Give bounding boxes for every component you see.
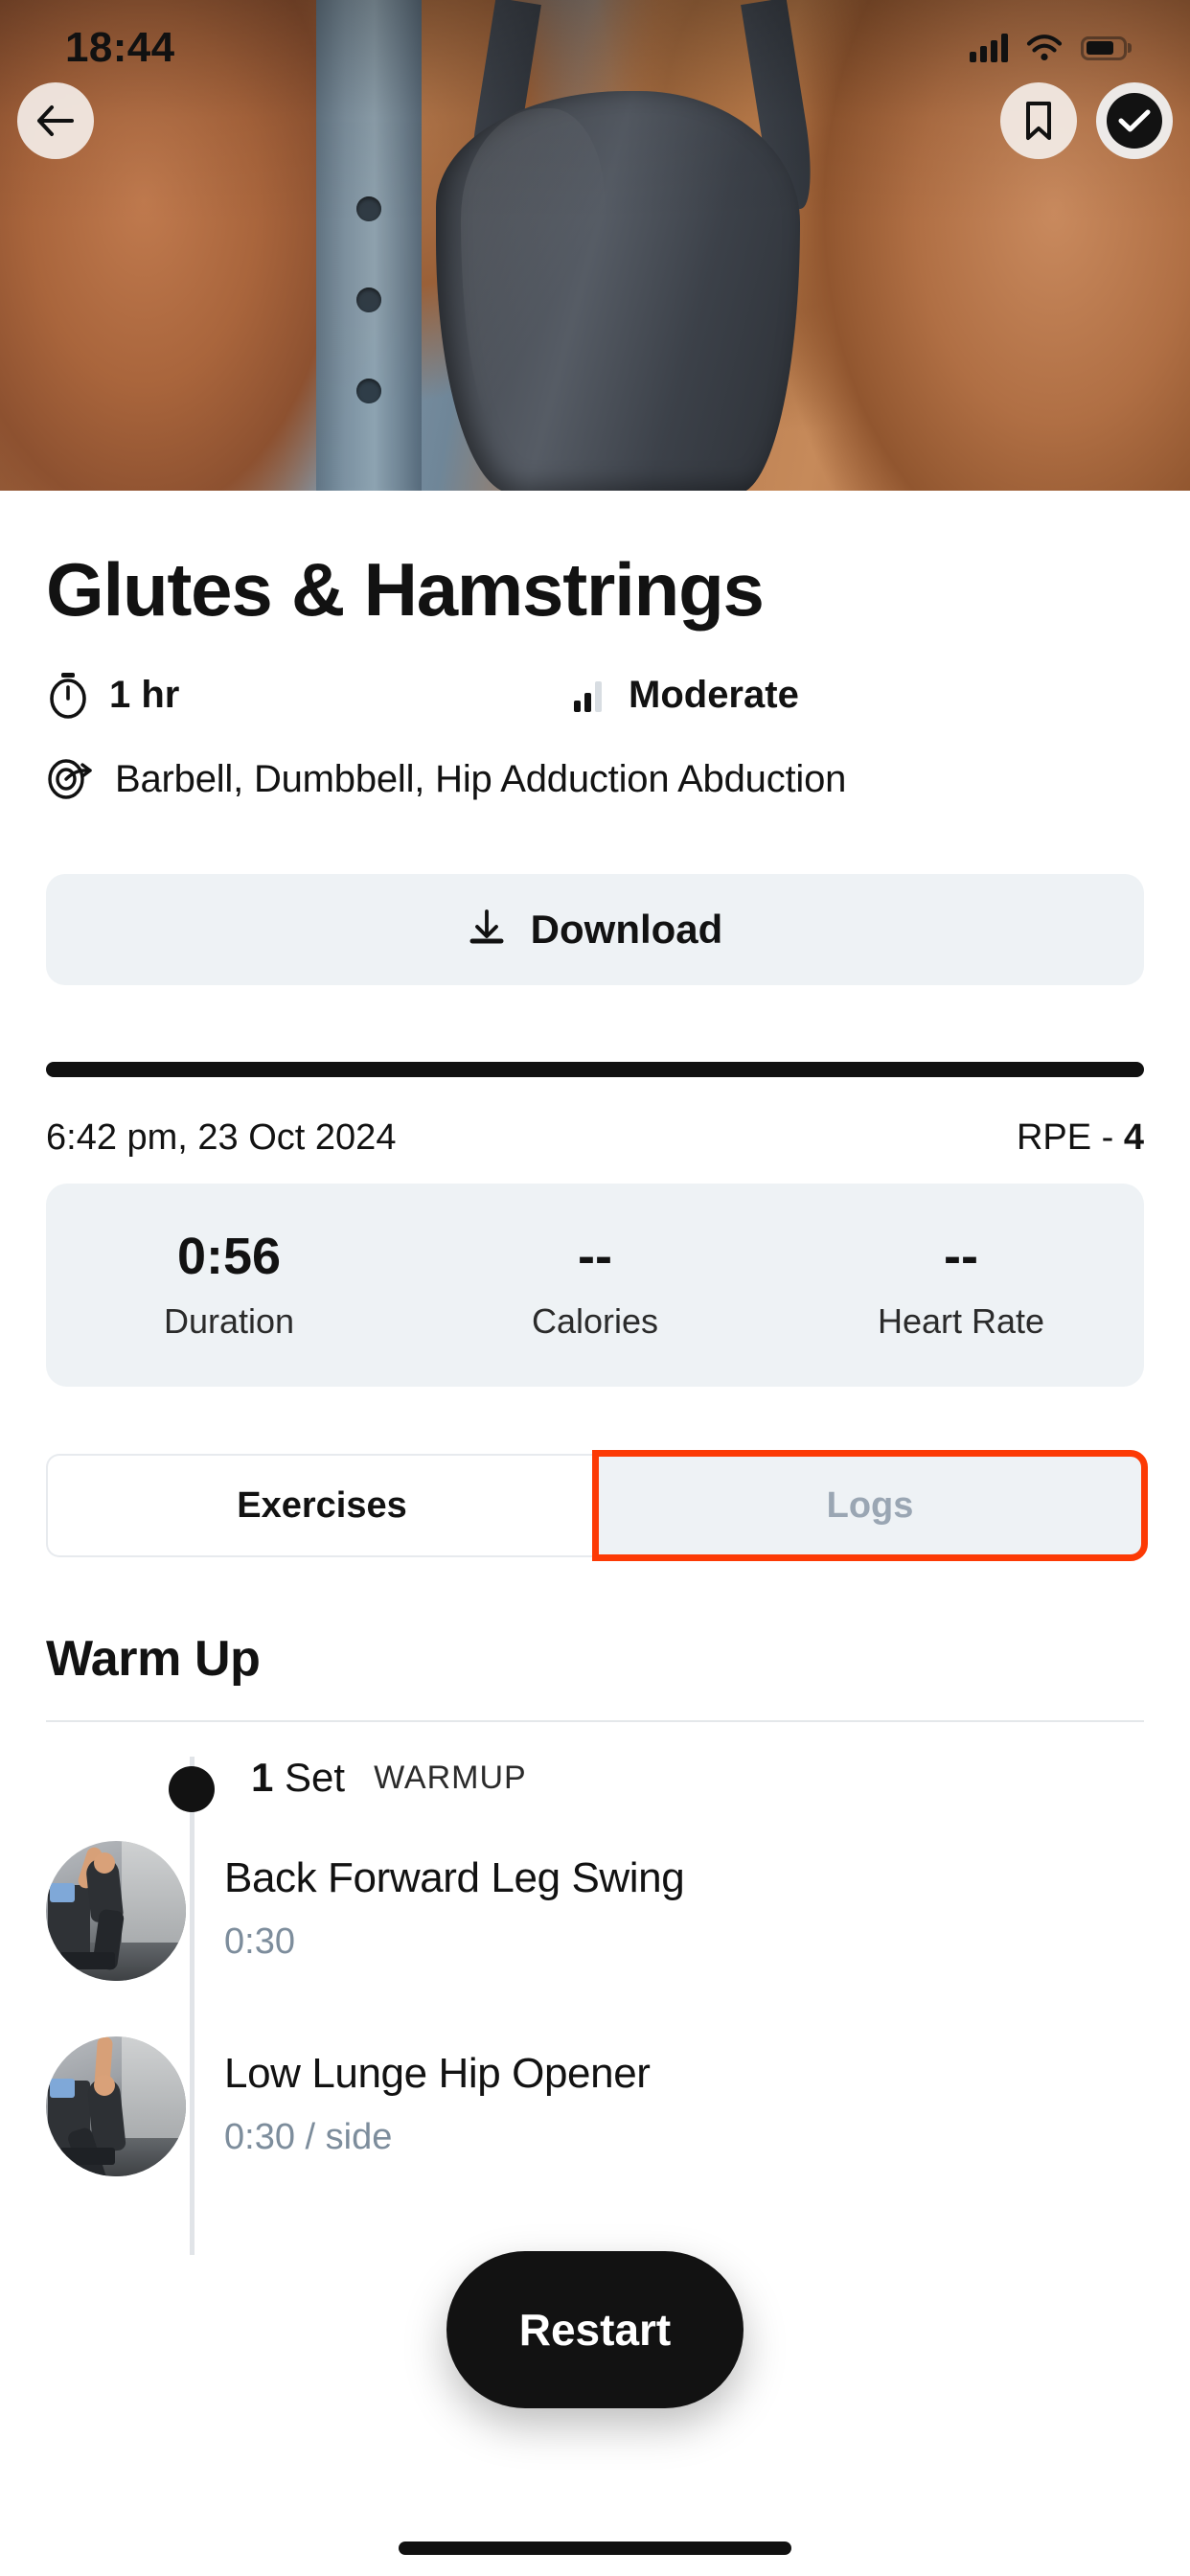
exercise-detail: 0:30 (224, 1921, 295, 1962)
home-indicator (399, 2542, 791, 2555)
stat-value: -- (578, 1228, 612, 1286)
exercise-detail: 0:30 / side (224, 2117, 393, 2157)
duration-meta: 1 hr (46, 671, 571, 719)
back-arrow-icon (37, 105, 74, 136)
stat-duration: 0:56 Duration (46, 1228, 412, 1341)
wifi-icon (1026, 34, 1063, 60)
exercise-name: Back Forward Leg Swing (224, 1854, 685, 1901)
hero-header-actions (0, 82, 1190, 159)
workout-meta-row: 1 hr Moderate (46, 671, 1144, 719)
download-button[interactable]: Download (46, 874, 1144, 985)
rpe-value: RPE - 4 (1017, 1117, 1144, 1159)
battery-icon (1081, 35, 1127, 60)
tab-exercises[interactable]: Exercises (46, 1454, 596, 1557)
signal-bars-icon (574, 681, 602, 712)
set-header-row: 1 Set WARMUP (46, 1722, 1144, 1812)
bookmark-button[interactable] (1000, 82, 1077, 159)
back-button[interactable] (17, 82, 94, 159)
stopwatch-icon (50, 673, 86, 719)
exercise-info: Back Forward Leg Swing 0:30 (224, 1841, 1144, 1963)
exercise-info: Low Lunge Hip Opener 0:30 / side (224, 2036, 1144, 2158)
workout-progress-bar (46, 1062, 1144, 1077)
app-screen: 18:44 Glutes & Hamstrings 1 hr Moderate … (0, 0, 1190, 2576)
equipment-value: Barbell, Dumbbell, Hip Adduction Abducti… (115, 757, 847, 800)
duration-value: 1 hr (109, 673, 180, 716)
list-item[interactable]: Back Forward Leg Swing 0:30 (46, 1841, 1144, 1981)
log-summary-header: 6:42 pm, 23 Oct 2024 RPE - 4 (46, 1117, 1144, 1159)
stat-value: -- (944, 1228, 978, 1286)
download-label: Download (530, 907, 723, 952)
log-date: 6:42 pm, 23 Oct 2024 (46, 1117, 397, 1158)
content-tabs: Exercises Logs (46, 1450, 1148, 1561)
set-type-tag: WARMUP (374, 1759, 527, 1796)
workout-detail-content: Glutes & Hamstrings 1 hr Moderate Barbel… (0, 491, 1190, 2255)
stat-value: 0:56 (176, 1228, 282, 1286)
timeline-dot-icon (169, 1766, 215, 1812)
complete-workout-button[interactable] (1096, 82, 1173, 159)
section-heading-warm-up: Warm Up (46, 1631, 261, 1687)
set-count-label: 1 Set (251, 1755, 345, 1801)
cellular-signal-icon (970, 34, 1008, 62)
equipment-swirl-icon (48, 759, 92, 799)
rpe-number: 4 (1123, 1117, 1144, 1158)
download-icon (469, 909, 504, 944)
status-bar-clock: 18:44 (65, 24, 175, 71)
exercise-thumbnail (46, 1841, 186, 1981)
set-word: Set (273, 1755, 346, 1800)
intensity-value: Moderate (629, 673, 799, 716)
rpe-label: RPE - (1016, 1117, 1124, 1158)
stat-heart-rate: -- Heart Rate (778, 1228, 1144, 1341)
equipment-row: Barbell, Dumbbell, Hip Adduction Abducti… (46, 757, 1144, 801)
stat-calories: -- Calories (412, 1228, 778, 1341)
bookmark-icon (1026, 102, 1051, 140)
restart-button[interactable]: Restart (446, 2251, 744, 2408)
page-title: Glutes & Hamstrings (46, 547, 765, 632)
check-circle-icon (1107, 93, 1162, 149)
set-count: 1 (251, 1755, 274, 1800)
intensity-meta: Moderate (571, 674, 799, 717)
exercise-name: Low Lunge Hip Opener (224, 2050, 651, 2097)
status-bar-icons (970, 34, 1127, 62)
log-stats-card: 0:56 Duration -- Calories -- Heart Rate (46, 1184, 1144, 1387)
stat-label: Heart Rate (877, 1300, 1045, 1341)
status-bar: 18:44 (0, 0, 1190, 96)
exercise-timeline: 1 Set WARMUP Back Forward Leg Swing 0:30 (46, 1722, 1144, 2255)
stat-label: Duration (163, 1300, 295, 1341)
stat-label: Calories (531, 1300, 659, 1341)
list-item[interactable]: Low Lunge Hip Opener 0:30 / side (46, 2036, 1144, 2176)
tab-logs[interactable]: Logs (592, 1450, 1148, 1561)
timeline-line (190, 1757, 195, 2255)
exercise-thumbnail (46, 2036, 186, 2176)
